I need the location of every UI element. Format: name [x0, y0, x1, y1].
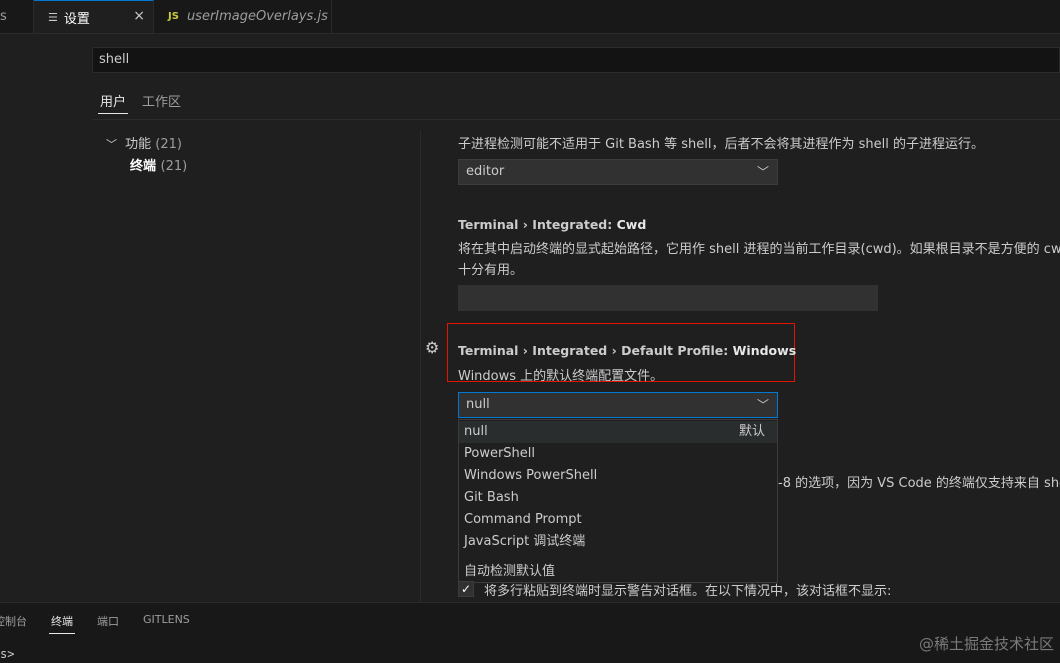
dropdown-option[interactable]: PowerShell	[459, 443, 777, 465]
close-icon[interactable]: ×	[133, 8, 145, 24]
dropdown-option[interactable]: Command Prompt	[459, 509, 777, 531]
tab-js-file[interactable]: JS userImageOverlays.js	[154, 0, 332, 33]
tab-partial-label: s	[0, 9, 7, 24]
chevron-down-icon: ﹀	[756, 398, 769, 412]
default-profile-select[interactable]: null ﹀	[458, 392, 778, 418]
setting-title-default-profile: Terminal › Integrated › Default Profile:…	[458, 343, 796, 358]
toc-divider	[420, 130, 421, 602]
select-value: null	[466, 397, 490, 412]
auto-detect-default[interactable]: 自动检测默认值	[464, 560, 555, 579]
cwd-input[interactable]	[458, 285, 878, 311]
chevron-down-icon: ﹀	[756, 165, 769, 179]
checkbox[interactable]: ✓	[458, 581, 474, 597]
default-tag: 默认	[738, 424, 765, 439]
setting-description-cwd: 将在其中启动终端的显式起始路径，它用作 shell 进程的当前工作目录(cwd)…	[458, 242, 1060, 257]
tab-partial[interactable]: s	[0, 0, 34, 33]
toc-group-features[interactable]: ﹀ 功能 (21)	[106, 133, 182, 152]
option-label: null	[464, 424, 488, 439]
tab-settings-label: 设置	[63, 11, 90, 27]
active-panel-tab-underline	[49, 633, 75, 634]
select-value: editor	[466, 164, 505, 179]
setting-description-partial: -8 的选项，因为 VS Code 的终端仅支持来自 shell	[778, 476, 1060, 491]
panel-tab-console[interactable]: 控制台	[0, 613, 27, 629]
toc-item-terminal[interactable]: 终端 (21)	[130, 155, 187, 174]
setting-title-key: Windows	[732, 343, 797, 358]
settings-list-icon: ☰	[48, 10, 58, 24]
dropdown-option[interactable]: JavaScript 调试终端	[459, 531, 777, 553]
setting-select[interactable]: editor ﹀	[458, 159, 778, 185]
settings-search-box[interactable]	[92, 47, 1060, 73]
setting-title-prefix: Terminal › Integrated:	[458, 217, 617, 232]
panel-tab-ports[interactable]: 端口	[97, 613, 119, 629]
setting-title-cwd: Terminal › Integrated: Cwd	[458, 217, 646, 232]
tab-workspace-settings[interactable]: 工作区	[142, 91, 181, 110]
toc-group-count: (21)	[155, 137, 182, 152]
bottom-panel: 控制台 终端 端口 GITLENS s> @稀土掘金技术社区	[0, 602, 1060, 663]
setting-description-paste: 将多行粘贴到终端时显示警告对话框。在以下情况中，该对话框不显示:	[484, 584, 892, 599]
toc-item-label: 终端	[130, 159, 157, 174]
tab-settings[interactable]: ☰ 设置 ×	[34, 0, 154, 33]
gear-icon[interactable]: ⚙	[425, 338, 439, 357]
setting-description-default-profile: Windows 上的默认终端配置文件。	[458, 369, 664, 384]
setting-title-key: Cwd	[616, 217, 647, 232]
dropdown-option[interactable]: Windows PowerShell	[459, 465, 777, 487]
scope-divider	[92, 119, 1060, 120]
tab-user-settings[interactable]: 用户	[100, 91, 126, 110]
tab-js-file-label: userImageOverlays.js	[186, 9, 328, 24]
setting-description-cwd-2: 十分有用。	[458, 263, 524, 278]
dropdown-option[interactable]: Git Bash	[459, 487, 777, 509]
panel-tab-gitlens[interactable]: GITLENS	[143, 613, 190, 626]
dropdown-option[interactable]: null 默认	[459, 421, 777, 443]
chevron-down-icon: ﹀	[106, 138, 117, 151]
settings-search-input[interactable]	[99, 52, 1039, 67]
panel-tab-terminal[interactable]: 终端	[51, 613, 73, 629]
javascript-file-icon: JS	[168, 11, 179, 22]
terminal-prompt[interactable]: s>	[0, 647, 14, 661]
active-tab-underline	[98, 113, 128, 114]
setting-description: 子进程检测可能不适用于 Git Bash 等 shell，后者不会将其进程作为 …	[458, 137, 984, 152]
toc-group-label: 功能	[125, 137, 152, 152]
toc-item-count: (21)	[160, 159, 188, 174]
editor-tab-bar: s ☰ 设置 × JS userImageOverlays.js	[0, 0, 1060, 34]
setting-title-prefix: Terminal › Integrated › Default Profile:	[458, 343, 733, 358]
watermark: @稀土掘金技术社区	[918, 635, 1054, 653]
default-profile-dropdown: null 默认 PowerShell Windows PowerShell Gi…	[458, 419, 778, 583]
